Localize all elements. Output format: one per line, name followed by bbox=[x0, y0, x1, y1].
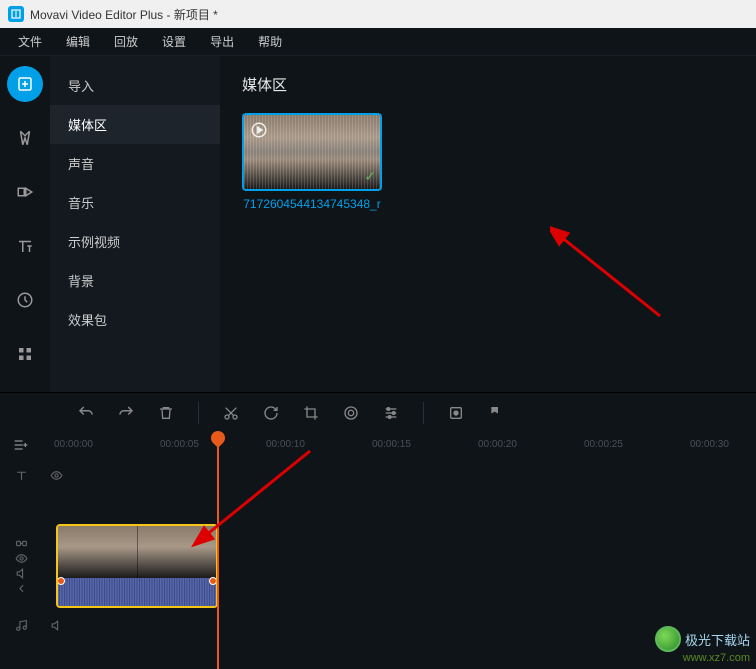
timeline-toolbar bbox=[0, 393, 756, 433]
app-icon bbox=[8, 6, 24, 22]
add-track-button[interactable] bbox=[12, 437, 28, 458]
timeline-ruler[interactable]: 00:00:00 00:00:05 00:00:10 00:00:15 00:0… bbox=[0, 433, 756, 461]
time-mark: 00:00:20 bbox=[478, 439, 517, 450]
rotate-button[interactable] bbox=[257, 399, 285, 427]
watermark: 极光下载站 www.xz7.com bbox=[655, 626, 750, 664]
redo-button[interactable] bbox=[112, 399, 140, 427]
speaker-icon[interactable] bbox=[15, 567, 28, 580]
music-icon bbox=[15, 619, 28, 632]
check-icon: ✓ bbox=[364, 168, 376, 185]
menu-export[interactable]: 导出 bbox=[200, 29, 244, 54]
more-tool[interactable] bbox=[7, 336, 43, 372]
menubar: 文件 编辑 回放 设置 导出 帮助 bbox=[0, 28, 756, 56]
import-tool[interactable] bbox=[7, 66, 43, 102]
eye-icon bbox=[50, 469, 63, 482]
thumbnail-image: ✓ bbox=[242, 113, 382, 191]
clip-handle-right[interactable] bbox=[209, 577, 217, 585]
sidebar: 导入 媒体区 声音 音乐 示例视频 背景 效果包 bbox=[50, 56, 220, 392]
sidebar-item-sound[interactable]: 声音 bbox=[50, 144, 220, 183]
title-track-head bbox=[0, 469, 50, 482]
titles-tool[interactable] bbox=[7, 228, 43, 264]
cut-button[interactable] bbox=[217, 399, 245, 427]
record-button[interactable] bbox=[442, 399, 470, 427]
timeline-section: 00:00:00 00:00:05 00:00:10 00:00:15 00:0… bbox=[0, 392, 756, 669]
toolstrip bbox=[0, 56, 50, 392]
text-icon bbox=[15, 469, 28, 482]
clip-audio-waveform bbox=[58, 578, 216, 606]
back-icon[interactable] bbox=[15, 582, 28, 595]
audio-track-head bbox=[0, 619, 50, 632]
filters-tool[interactable] bbox=[7, 120, 43, 156]
transitions-tool[interactable] bbox=[7, 174, 43, 210]
timeline-tracks bbox=[0, 461, 756, 669]
menu-settings[interactable]: 设置 bbox=[152, 29, 196, 54]
play-icon bbox=[250, 121, 268, 144]
clip-video-preview bbox=[58, 526, 216, 578]
section-title: 媒体区 bbox=[242, 74, 734, 95]
video-clip[interactable] bbox=[56, 524, 218, 608]
delete-button[interactable] bbox=[152, 399, 180, 427]
time-mark: 00:00:30 bbox=[690, 439, 729, 450]
watermark-name: 极光下载站 bbox=[685, 630, 750, 649]
watermark-badge bbox=[655, 626, 681, 652]
menu-file[interactable]: 文件 bbox=[8, 29, 52, 54]
title-track[interactable] bbox=[0, 461, 756, 489]
content-panel: 媒体区 ✓ 7172604544134745348_r bbox=[220, 56, 756, 392]
menu-edit[interactable]: 编辑 bbox=[56, 29, 100, 54]
menu-help[interactable]: 帮助 bbox=[248, 29, 292, 54]
track-visibility[interactable] bbox=[50, 469, 70, 482]
window-title: Movavi Video Editor Plus - 新项目 * bbox=[30, 6, 218, 23]
track-mute[interactable] bbox=[50, 619, 70, 632]
clip-handle-left[interactable] bbox=[57, 577, 65, 585]
sidebar-item-effects[interactable]: 效果包 bbox=[50, 300, 220, 339]
time-mark: 00:00:25 bbox=[584, 439, 623, 450]
audio-track[interactable] bbox=[0, 611, 756, 639]
undo-button[interactable] bbox=[72, 399, 100, 427]
sidebar-item-media[interactable]: 媒体区 bbox=[50, 105, 220, 144]
time-mark: 00:00:05 bbox=[160, 439, 199, 450]
time-mark: 00:00:15 bbox=[372, 439, 411, 450]
watermark-url: www.xz7.com bbox=[655, 652, 750, 664]
eye-icon[interactable] bbox=[15, 552, 28, 565]
titlebar: Movavi Video Editor Plus - 新项目 * bbox=[0, 0, 756, 28]
separator bbox=[198, 402, 199, 424]
link-icon[interactable] bbox=[15, 537, 28, 550]
sidebar-item-import[interactable]: 导入 bbox=[50, 66, 220, 105]
marker-button[interactable] bbox=[482, 399, 510, 427]
media-thumbnail[interactable]: ✓ 7172604544134745348_r bbox=[242, 113, 382, 213]
sidebar-item-background[interactable]: 背景 bbox=[50, 261, 220, 300]
video-track-head bbox=[0, 537, 50, 595]
playhead[interactable] bbox=[217, 433, 219, 669]
time-mark: 00:00:00 bbox=[54, 439, 93, 450]
speaker-icon bbox=[50, 619, 63, 632]
sidebar-item-sample[interactable]: 示例视频 bbox=[50, 222, 220, 261]
video-track[interactable] bbox=[0, 521, 756, 611]
time-marks: 00:00:00 00:00:05 00:00:10 00:00:15 00:0… bbox=[50, 433, 756, 461]
menu-playback[interactable]: 回放 bbox=[104, 29, 148, 54]
annotation-arrow-1 bbox=[550, 226, 670, 326]
crop-button[interactable] bbox=[297, 399, 325, 427]
stickers-tool[interactable] bbox=[7, 282, 43, 318]
color-button[interactable] bbox=[337, 399, 365, 427]
separator bbox=[423, 402, 424, 424]
thumbnail-label: 7172604544134745348_r bbox=[242, 197, 382, 213]
sidebar-item-music[interactable]: 音乐 bbox=[50, 183, 220, 222]
main-area: 导入 媒体区 声音 音乐 示例视频 背景 效果包 媒体区 ✓ 717260454… bbox=[0, 56, 756, 392]
adjust-button[interactable] bbox=[377, 399, 405, 427]
time-mark: 00:00:10 bbox=[266, 439, 305, 450]
